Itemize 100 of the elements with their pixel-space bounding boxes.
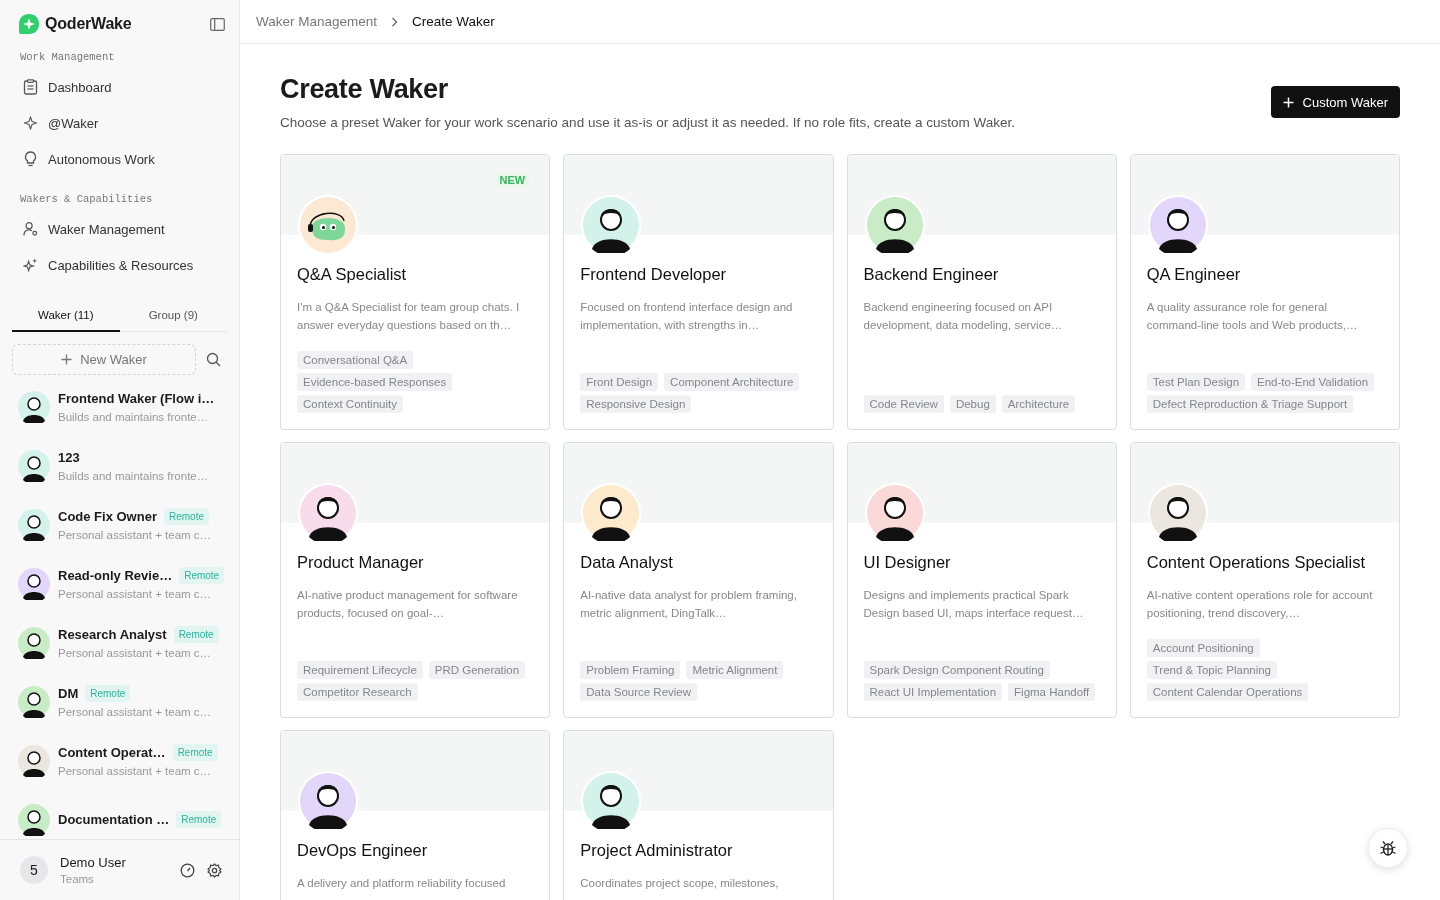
waker-list-item[interactable]: Documentation … Remote xyxy=(0,790,239,839)
waker-list-item[interactable]: Read-only Revie… Remote Personal assistant + team c… xyxy=(0,554,239,613)
avatar xyxy=(18,567,50,600)
remote-badge: Remote xyxy=(172,744,218,761)
section-label: Wakers & Capabilities xyxy=(19,192,154,207)
nav-item[interactable]: Capabilities & Resources xyxy=(0,247,239,283)
page-title: Create Waker xyxy=(280,74,449,105)
sidebar-toggle-icon[interactable] xyxy=(210,17,225,31)
breadcrumb-item[interactable]: Waker Management xyxy=(256,14,378,29)
remote-badge: Remote xyxy=(176,811,222,828)
card-title: Frontend Developer xyxy=(580,265,728,284)
plus-icon xyxy=(1282,96,1294,108)
gauge-icon[interactable] xyxy=(180,862,195,878)
sparkle-icon xyxy=(23,115,38,131)
nav-item[interactable]: Autonomous Work xyxy=(0,141,239,177)
card-title: UI Designer xyxy=(863,553,952,572)
waker-description: Personal assistant + team c… xyxy=(58,588,213,600)
waker-name: Documentation … xyxy=(58,811,170,828)
waker-name: 123 xyxy=(58,449,80,466)
waker-name: Code Fix Owner xyxy=(58,508,157,525)
card-description: I'm a Q&A Specialist for team group chats. I answer everyday questions based on th… xyxy=(297,300,521,333)
waker-list-item[interactable]: Research Analyst Remote Personal assistant + team c… xyxy=(0,613,239,672)
card-title: Data Analyst xyxy=(580,553,674,572)
role-card[interactable]: Frontend Developer Focused on frontend interface design and implementation, with strengths in… Front Design Component Architecture Responsive Design xyxy=(563,154,834,430)
nav-item[interactable]: @Waker xyxy=(0,105,239,141)
avatar xyxy=(300,485,356,541)
section-label: Work Management xyxy=(19,50,116,65)
card-title: QA Engineer xyxy=(1146,265,1242,284)
avatar xyxy=(18,390,50,423)
logo-icon xyxy=(18,13,40,35)
tab[interactable]: Waker (11) xyxy=(12,303,120,332)
avatar xyxy=(18,508,50,541)
remote-badge: Remote xyxy=(163,508,209,525)
skill-tag: Context Continuity xyxy=(297,395,403,413)
skill-tag: React UI Implementation xyxy=(863,683,1003,701)
skill-tag: Account Positioning xyxy=(1146,639,1260,657)
new-waker-button[interactable]: New Waker xyxy=(12,344,196,375)
waker-list-item[interactable]: Content Operat… Remote Personal assistant + team c… xyxy=(0,731,239,790)
avatar xyxy=(18,744,50,777)
role-card[interactable]: Product Manager AI-native product management for software products, focused on goal-… Requirement Lifecycle PRD Generation Competitor Research xyxy=(280,442,551,718)
skill-tag: Test Plan Design xyxy=(1146,373,1246,391)
role-card[interactable]: NEW Q&A Specialist I'm a Q&A Specialist for team group chats. I answer everyday questions based on th… Conversational Q&A Evidence-based Responses Context Continuity xyxy=(280,154,551,430)
waker-list-item[interactable]: DM Remote Personal assistant + team c… xyxy=(0,672,239,731)
waker-list-item[interactable]: Code Fix Owner Remote Personal assistant + team c… xyxy=(0,495,239,554)
card-description: Designs and implements practical Spark Design based UI, maps interface request… xyxy=(863,588,1085,621)
bug-icon xyxy=(1379,839,1397,857)
new-badge: NEW xyxy=(495,173,530,187)
avatar xyxy=(1149,485,1206,541)
role-card[interactable]: Data Analyst AI-native data analyst for problem framing, metric alignment, DingTalk… Problem Framing Metric Alignment Data Source Review xyxy=(563,442,834,718)
waker-description: Personal assistant + team c… xyxy=(58,765,213,777)
card-description: Focused on frontend interface design and implementation, with strengths in… xyxy=(580,300,794,333)
role-card[interactable]: DevOps Engineer A delivery and platform reliability focused xyxy=(280,730,551,900)
settings-icon[interactable] xyxy=(207,862,222,878)
skill-tag: Responsive Design xyxy=(580,395,692,413)
card-title: Content Operations Specialist xyxy=(1146,553,1367,572)
card-title: Q&A Specialist xyxy=(297,265,408,284)
avatar xyxy=(583,197,640,253)
avatar xyxy=(583,773,640,829)
tab[interactable]: Group (9) xyxy=(119,303,227,331)
avatar xyxy=(18,803,50,836)
card-description: Backend engineering focused on API development, data modeling, service… xyxy=(863,300,1064,333)
waker-name: Content Operat… xyxy=(58,744,166,761)
skill-tag: Trend & Topic Planning xyxy=(1146,661,1278,679)
role-card[interactable]: Project Administrator Coordinates project scope, milestones, xyxy=(563,730,834,900)
waker-description: Builds and maintains fronte… xyxy=(58,410,210,423)
remote-badge: Remote xyxy=(85,685,131,702)
mascot-icon xyxy=(300,197,356,253)
plus-icon xyxy=(61,354,73,365)
role-card[interactable]: Backend Engineer Backend engineering focused on API development, data modeling, service… Code Review Debug Architecture xyxy=(846,154,1117,430)
skill-tag: PRD Generation xyxy=(428,661,526,679)
role-card[interactable]: QA Engineer A quality assurance role for general command-line tools and Web products,… Test Plan Design End-to-End Validation Defect Reproduction & Triage Support xyxy=(1129,154,1400,430)
role-card[interactable]: UI Designer Designs and implements practical Spark Design based UI, maps interface request… Spark Design Component Routing React UI Implementation Figma Handoff xyxy=(846,442,1117,718)
waker-description: Personal assistant + team c… xyxy=(58,647,213,659)
skill-tag: Front Design xyxy=(580,373,659,391)
skill-tag: End-to-End Validation xyxy=(1251,373,1375,391)
nav-item[interactable]: Dashboard xyxy=(0,69,239,105)
waker-description: Personal assistant + team c… xyxy=(58,706,212,718)
page-subtitle: Choose a preset Waker for your work scenario and use it as-is or adjust it as needed. If no role fits, create a custom Waker. xyxy=(280,115,1016,130)
waker-name: Research Analyst xyxy=(58,626,167,643)
skill-tag: Requirement Lifecycle xyxy=(297,661,423,679)
waker-list-item[interactable]: 123 Builds and maintains fronte… xyxy=(0,436,239,495)
role-card[interactable]: Content Operations Specialist AI-native content operations role for account positioning, trend discovery,… Account Positioning Trend & Topic Planning Content Calendar Operations xyxy=(1129,442,1400,718)
remote-badge: Remote xyxy=(179,567,225,584)
breadcrumb-item[interactable]: Create Waker xyxy=(412,14,495,29)
remote-badge: Remote xyxy=(173,626,219,643)
card-title: Product Manager xyxy=(297,553,425,572)
avatar xyxy=(866,197,923,253)
waker-name: Read-only Revie… xyxy=(58,567,173,584)
card-title: Backend Engineer xyxy=(863,265,1000,284)
nav-item[interactable]: Waker Management xyxy=(0,211,239,247)
search-icon[interactable] xyxy=(206,352,221,367)
waker-list-item[interactable]: Frontend Waker (Flow i… Builds and maintains fronte… xyxy=(0,377,239,436)
avatar xyxy=(866,485,923,541)
avatar xyxy=(18,626,50,659)
user-name: Demo User xyxy=(60,855,127,870)
skill-tag: Spark Design Component Routing xyxy=(863,661,1051,679)
skill-tag: Architecture xyxy=(1001,395,1076,413)
bug-report-button[interactable] xyxy=(1368,828,1408,868)
custom-waker-button[interactable]: Custom Waker xyxy=(1270,86,1400,118)
chevron-icon xyxy=(391,16,399,27)
